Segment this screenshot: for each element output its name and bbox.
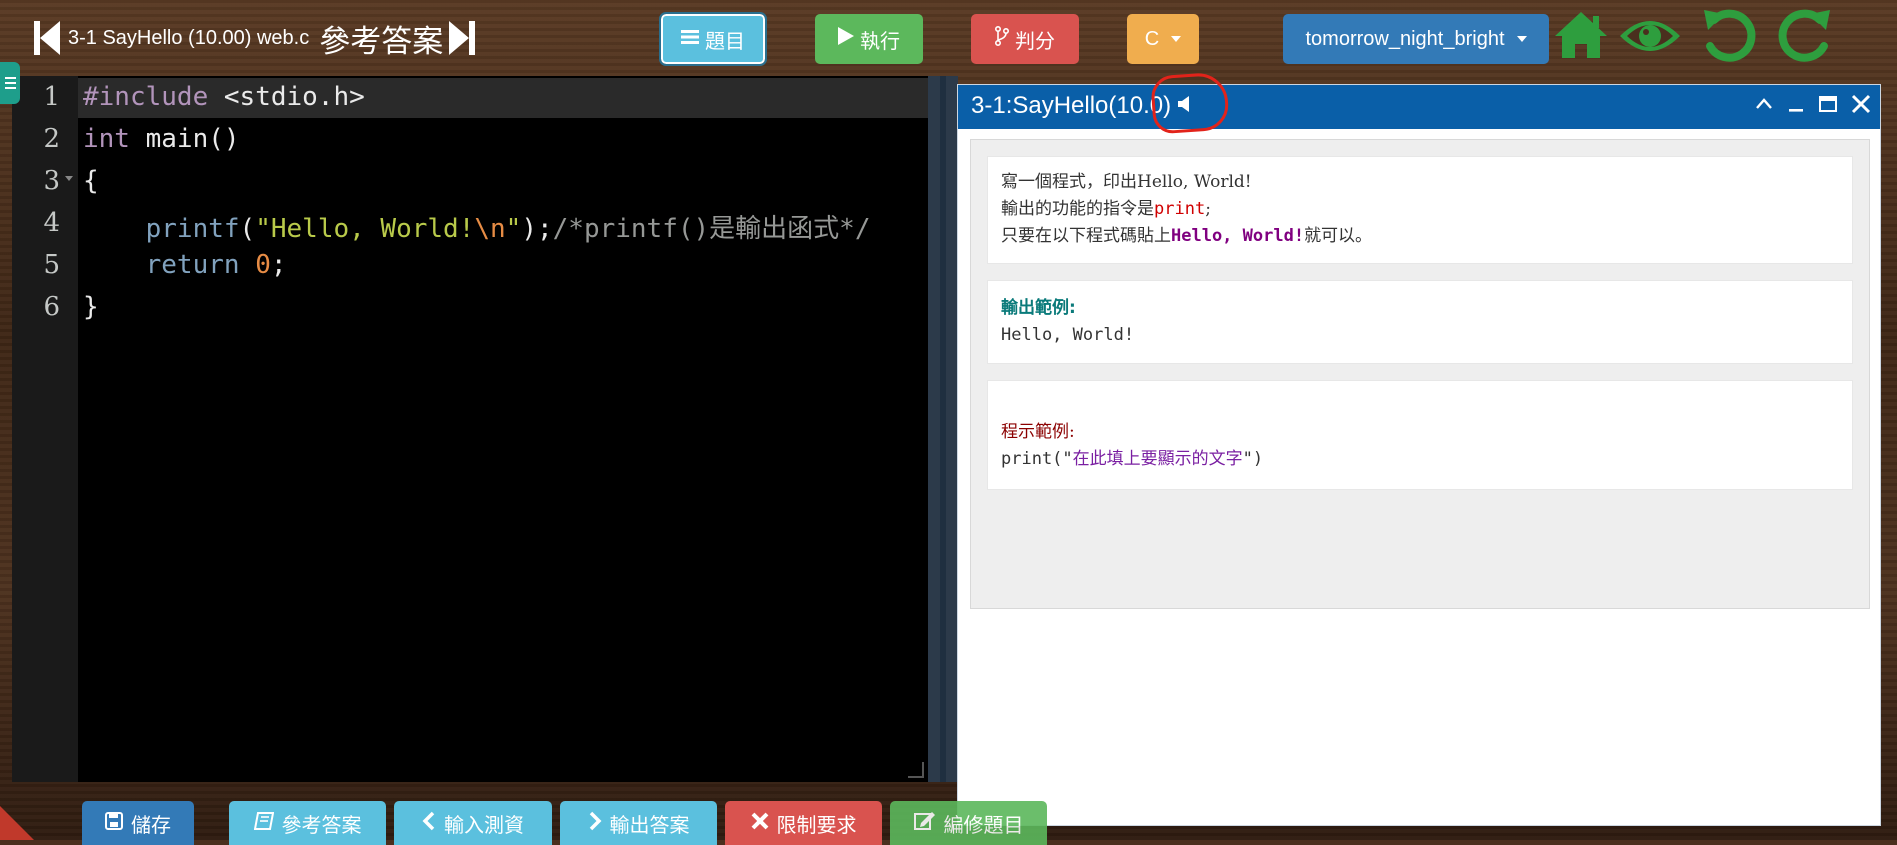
output-sample-text: Hello, World! [1001, 325, 1135, 345]
example-code: print("在此填上要顯示的文字") [1001, 449, 1264, 469]
highlight-circle-annotation [1150, 71, 1230, 135]
code-line-3: { [83, 166, 99, 196]
description-line-1: 寫一個程式，印出Hello, World! [1001, 172, 1252, 192]
code-line-6: } [83, 292, 99, 322]
window-title: 3-1 SayHello (10.00) web.c 參考答案 [34, 14, 476, 62]
grade-button[interactable]: 判分 [971, 14, 1079, 64]
description-line-3: 只要在以下程式碼貼上Hello, World!就可以。 [1001, 226, 1373, 246]
theme-label: tomorrow_night_bright [1305, 27, 1505, 50]
theme-dropdown[interactable]: tomorrow_night_bright [1283, 14, 1549, 64]
chevron-right-icon [588, 811, 602, 836]
minimize-icon[interactable] [1786, 94, 1806, 118]
title-suffix: 參考答案 [319, 23, 444, 60]
output-sample-card: 輸出範例: Hello, World! [987, 280, 1853, 364]
code-editor[interactable]: 1 2 3 4 5 6 #include <stdio.h> int main(… [12, 76, 928, 782]
corner-decoration [0, 806, 34, 840]
splitter-line [940, 76, 946, 782]
grade-label: 判分 [1015, 30, 1055, 53]
problem-content: 寫一個程式，印出Hello, World! 輸出的功能的指令是print; 只要… [970, 139, 1870, 609]
save-icon [105, 811, 123, 835]
book-icon [253, 811, 274, 835]
undo-icon[interactable] [1700, 8, 1758, 68]
line-number: 5 [43, 250, 60, 280]
topic-button[interactable]: 題目 [659, 12, 767, 66]
line-number: 3 [43, 166, 60, 196]
description-line-2: 輸出的功能的指令是print; [1001, 199, 1211, 219]
run-label: 執行 [860, 30, 900, 53]
output-answer-button[interactable]: 輸出答案 [560, 801, 717, 845]
problem-window: 3-1:SayHello(10.0) 寫一個程式，印出Hello, World!… [957, 84, 1881, 826]
close-icon[interactable] [1850, 93, 1872, 119]
output-sample-heading: 輸出範例: [1001, 298, 1076, 318]
skip-back-icon[interactable] [34, 19, 62, 57]
language-label: C [1144, 27, 1160, 50]
side-menu-toggle[interactable] [0, 62, 20, 104]
save-button[interactable]: 儲存 [82, 801, 194, 845]
example-card: 程示範例: print("在此填上要顯示的文字") [987, 380, 1853, 490]
branch-icon [994, 25, 1010, 52]
resize-handle-icon[interactable] [908, 762, 924, 778]
topic-label: 題目 [705, 30, 745, 53]
limits-button[interactable]: 限制要求 [725, 801, 882, 845]
problem-window-header[interactable]: 3-1:SayHello(10.0) [958, 85, 1880, 129]
line-number: 6 [43, 292, 60, 322]
problem-file-name: 3-1 SayHello (10.00) web.c [68, 26, 310, 49]
list-icon [681, 28, 699, 51]
chevron-left-icon [422, 811, 436, 836]
edit-problem-button[interactable]: 編修題目 [890, 801, 1047, 845]
home-icon[interactable] [1553, 8, 1609, 66]
example-heading: 程示範例: [1001, 422, 1075, 442]
language-dropdown[interactable]: C [1127, 14, 1199, 64]
reference-answer-button[interactable]: 參考答案 [229, 801, 386, 845]
code-line-2: int main() [83, 124, 240, 154]
maximize-icon[interactable] [1818, 94, 1838, 118]
code-line-4: printf("Hello, World!\n");/*printf()是輸出函… [145, 214, 871, 244]
caret-down-icon [1171, 36, 1182, 42]
run-button[interactable]: 執行 [815, 14, 923, 64]
edit-icon [913, 811, 936, 836]
window-controls [1754, 93, 1872, 119]
fold-arrow-icon[interactable] [65, 176, 73, 181]
description-card: 寫一個程式，印出Hello, World! 輸出的功能的指令是print; 只要… [987, 156, 1853, 264]
skip-forward-icon[interactable] [447, 19, 476, 57]
code-line-1: #include <stdio.h> [83, 82, 365, 112]
x-icon [751, 811, 769, 835]
redo-icon[interactable] [1776, 8, 1834, 68]
code-line-5: return 0; [145, 250, 287, 280]
line-number: 4 [43, 208, 60, 238]
eye-icon[interactable] [1618, 12, 1682, 64]
chevron-up-icon[interactable] [1754, 94, 1774, 118]
caret-down-icon [1516, 36, 1527, 42]
line-number: 2 [43, 124, 60, 154]
input-testdata-button[interactable]: 輸入測資 [394, 801, 552, 845]
top-toolbar: 3-1 SayHello (10.00) web.c 參考答案 題目 執行 判分… [0, 0, 1897, 78]
play-icon [838, 27, 854, 51]
